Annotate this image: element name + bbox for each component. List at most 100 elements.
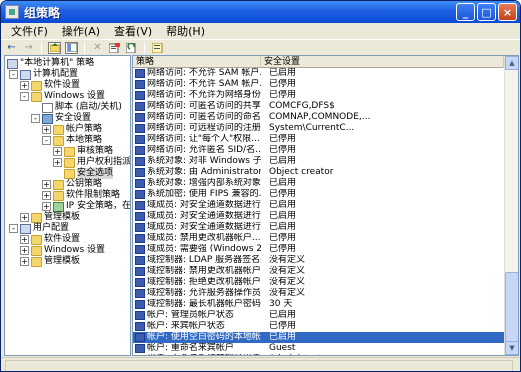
policy-list[interactable]: 策略 安全设置 网络访问: 不允许 SAM 帐户... 已启用 网络访问: 不允许 … xyxy=(132,55,519,356)
tree-node-local-computer-policy[interactable]: "本地计算机" 策略 xyxy=(7,58,94,69)
expand-icon[interactable]: + xyxy=(42,180,51,189)
tree-node-public-key-policies[interactable]: + 公钥策略 xyxy=(42,179,102,190)
toolbar-separator xyxy=(84,41,85,54)
expand-icon[interactable]: + xyxy=(20,81,29,90)
scroll-up-icon[interactable]: ▲ xyxy=(505,56,518,70)
tree-node-ip-security[interactable]: + IP 安全策略，在 xyxy=(42,201,130,212)
tree-node-security-options[interactable]: 安全选项 xyxy=(64,168,114,179)
table-row[interactable]: 网络访问: 可远程访问的注册... System\CurrentC... xyxy=(133,123,505,134)
tree-node-user-rights[interactable]: + 用户权利指派 xyxy=(53,157,130,168)
table-row[interactable]: 域成员: 需要强 (Windows 20... 已停用 xyxy=(133,244,505,255)
maximize-button[interactable]: □ xyxy=(477,3,496,21)
tree-node-windows-settings[interactable]: - Windows 设置 xyxy=(20,91,105,102)
table-row[interactable]: 域成员: 对安全通道数据进行... 已启用 xyxy=(133,222,505,233)
tree-node-computer-config[interactable]: - 计算机配置 xyxy=(9,69,78,80)
policy-name: 帐户: 来宾帐户状态 xyxy=(147,321,225,331)
collapse-icon[interactable]: - xyxy=(42,136,51,145)
policy-setting-icon xyxy=(135,69,145,78)
tree-node-security-settings[interactable]: - 安全设置 xyxy=(31,113,91,124)
table-row[interactable]: 网络访问: 不允许 SAM 帐户... 已启用 xyxy=(133,68,505,79)
expand-icon[interactable]: + xyxy=(42,125,51,134)
table-row[interactable]: 系统对象: 增强内部系统对象... 已启用 xyxy=(133,178,505,189)
menu-bar: 文件(F) 操作(A) 查看(V) 帮助(H) xyxy=(1,23,520,40)
security-setting-value: 30 天 xyxy=(269,299,293,309)
expand-icon[interactable]: + xyxy=(42,191,51,200)
security-setting-value: 没有定义 xyxy=(269,277,306,287)
help-icon[interactable] xyxy=(151,42,164,54)
menu-file[interactable]: 文件(F) xyxy=(4,23,55,39)
expand-icon[interactable]: + xyxy=(20,213,29,222)
table-row[interactable]: 帐户: 重命名来宾帐户 Guest xyxy=(133,343,505,354)
tree-node-audit-policy[interactable]: + 审核策略 xyxy=(53,146,113,157)
tree-node-user-windows-settings[interactable]: + Windows 设置 xyxy=(20,245,105,256)
policy-name: 域控制器: 最长机器帐户密码... xyxy=(147,299,261,309)
table-row[interactable]: 域成员: 禁用更改机器帐户... 已停用 xyxy=(133,233,505,244)
expand-icon[interactable]: + xyxy=(53,147,62,156)
tree-node-scripts[interactable]: 脚本 (启动/关机) xyxy=(42,102,122,113)
expand-icon[interactable]: + xyxy=(20,257,29,266)
collapse-icon[interactable]: - xyxy=(31,114,40,123)
vertical-scrollbar[interactable]: ▲ ▼ xyxy=(504,56,518,355)
expand-icon[interactable]: + xyxy=(42,202,51,211)
menu-view[interactable]: 查看(V) xyxy=(107,23,159,39)
table-row[interactable]: 域成员: 对安全通道数据进行... 已启用 xyxy=(133,211,505,222)
table-row[interactable]: 网络访问: 可匿名访问的命名... COMNAP,COMNODE,... xyxy=(133,112,505,123)
collapse-icon[interactable]: - xyxy=(9,224,18,233)
table-row[interactable]: 网络访问: 让"每个人"权限... 已停用 xyxy=(133,134,505,145)
table-row[interactable]: 网络访问: 不允许 SAM 帐户... 已停用 xyxy=(133,79,505,90)
policy-name: 网络访问: 可匿名访问的命名... xyxy=(147,112,261,122)
table-row[interactable]: 网络访问: 允许匿名 SID/名... 已停用 xyxy=(133,145,505,156)
tree-node-user-software-settings[interactable]: + 软件设置 xyxy=(20,234,80,245)
table-row[interactable]: 域控制器: LDAP 服务器签名要求没有定义 xyxy=(133,255,505,266)
security-setting-value: 已停用 xyxy=(269,90,297,100)
tree-node-software-settings[interactable]: + 软件设置 xyxy=(20,80,80,91)
scroll-down-icon[interactable]: ▼ xyxy=(505,341,518,355)
tree-node-admin-templates[interactable]: + 管理模板 xyxy=(20,212,80,223)
tree-node-user-config[interactable]: - 用户配置 xyxy=(9,223,69,234)
table-row[interactable]: 系统对象: 对非 Windows 子... 已启用 xyxy=(133,156,505,167)
security-setting-value: 已启用 xyxy=(269,68,297,78)
table-row[interactable]: 系统加密: 使用 FIPS 兼容的... 已停用 xyxy=(133,189,505,200)
folder-icon xyxy=(53,190,64,201)
table-row[interactable]: 帐户: 使用空白密码的本地帐... 已启用 xyxy=(133,332,505,343)
refresh-icon[interactable] xyxy=(125,42,138,54)
policy-name: 网络访问: 让"每个人"权限... xyxy=(147,134,260,144)
collapse-icon[interactable]: - xyxy=(20,92,29,101)
show-hide-tree-icon[interactable] xyxy=(65,41,78,54)
tree-node-software-restriction[interactable]: + 软件限制策略 xyxy=(42,190,120,201)
title-bar[interactable]: 组策略 _ □ × xyxy=(1,1,520,23)
expand-icon[interactable]: + xyxy=(20,246,29,255)
table-row[interactable]: 域成员: 对安全通道数据进行... 已启用 xyxy=(133,200,505,211)
forward-arrow-icon[interactable]: → xyxy=(22,42,35,54)
console-tree[interactable]: "本地计算机" 策略 - 计算机配置 + 软件设置 - Windows 设置 脚… xyxy=(4,55,131,356)
table-row[interactable]: 域控制器: 允许服务器操作员... 没有定义 xyxy=(133,288,505,299)
back-arrow-icon[interactable]: ← xyxy=(5,42,18,54)
tree-node-account-policies[interactable]: + 帐户策略 xyxy=(42,124,102,135)
table-row[interactable]: 网络访问: 可匿名访问的共享 COMCFG,DFS$ xyxy=(133,101,505,112)
column-header-security-setting[interactable]: 安全设置 xyxy=(261,56,504,68)
properties-icon[interactable] xyxy=(108,42,121,54)
collapse-icon[interactable]: - xyxy=(9,70,18,79)
column-header-policy[interactable]: 策略 xyxy=(133,56,261,68)
delete-icon[interactable]: ✕ xyxy=(91,42,104,54)
tree-node-user-admin-templates[interactable]: + 管理模板 xyxy=(20,256,80,267)
menu-help[interactable]: 帮助(H) xyxy=(159,23,212,39)
table-row[interactable]: 系统对象: 由 Administrator... Object creator xyxy=(133,167,505,178)
table-row[interactable]: 网络访问: 不允许为网络身份... 已停用 xyxy=(133,90,505,101)
policy-setting-icon xyxy=(135,311,145,320)
minimize-button[interactable]: _ xyxy=(456,3,475,21)
table-row[interactable]: 域控制器: 最长机器帐户密码... 30 天 xyxy=(133,299,505,310)
table-row[interactable]: 帐户: 来宾帐户状态 已停用 xyxy=(133,321,505,332)
up-folder-icon[interactable] xyxy=(48,41,61,54)
table-row[interactable]: 域控制器: 拒绝更改机器帐户... 没有定义 xyxy=(133,277,505,288)
table-row[interactable]: 帐户: 管理员帐户状态 已启用 xyxy=(133,310,505,321)
policy-name: 域控制器: LDAP 服务器签名要求 xyxy=(147,255,261,265)
tree-node-local-policies[interactable]: - 本地策略 xyxy=(42,135,102,146)
scrollbar-thumb[interactable] xyxy=(505,272,518,342)
close-button[interactable]: × xyxy=(498,3,517,21)
table-row[interactable]: 域控制器: 禁用更改机器帐户... 没有定义 xyxy=(133,266,505,277)
expand-icon[interactable]: + xyxy=(20,235,29,244)
menu-action[interactable]: 操作(A) xyxy=(55,23,107,39)
expand-icon[interactable]: + xyxy=(53,158,62,167)
table-row[interactable]: 帐户: 重命名系统管理员帐户Administrator xyxy=(133,354,505,355)
